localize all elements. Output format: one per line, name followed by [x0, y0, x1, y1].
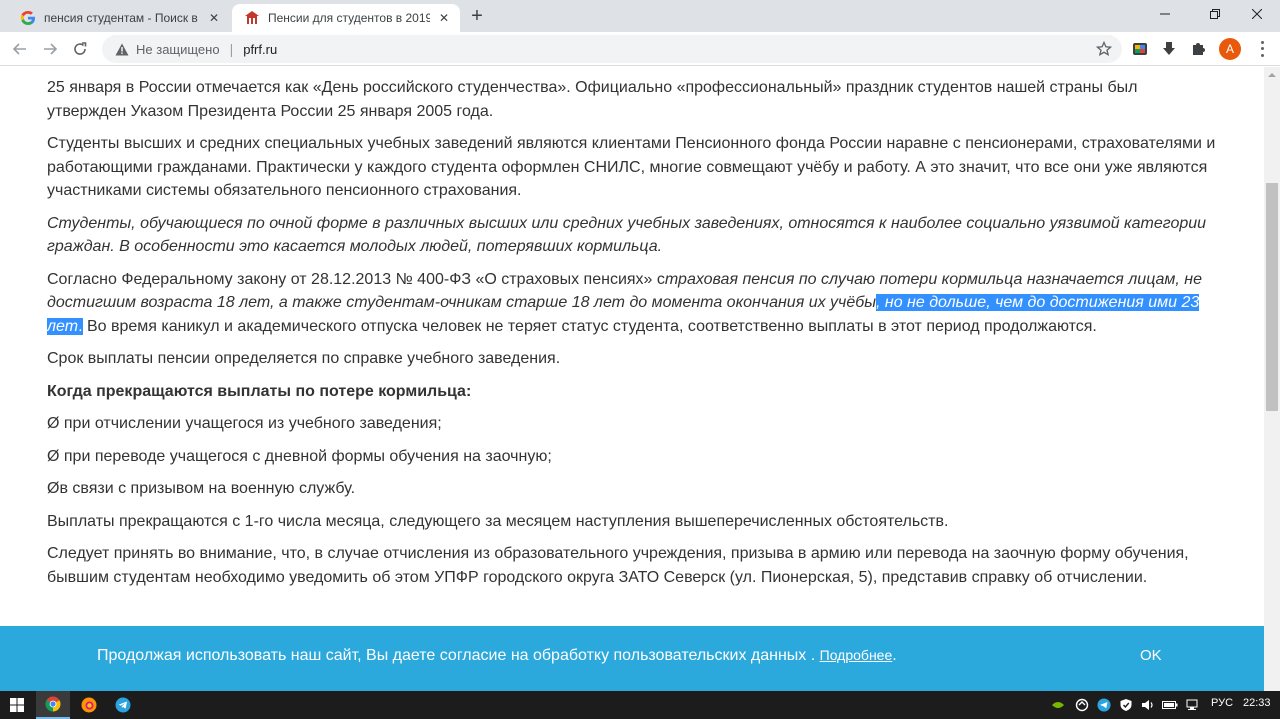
windows-start-icon[interactable] [0, 691, 34, 719]
list-item: Ø при отчислении учащегося из учебного з… [47, 415, 442, 432]
warning-icon[interactable] [114, 41, 130, 57]
cookie-message: Продолжая использовать наш сайт, Вы дает… [97, 647, 897, 665]
tab-title: пенсия студентам - Поиск в Goo [44, 11, 200, 25]
volume-icon[interactable] [1140, 697, 1156, 713]
address-bar[interactable]: Не защищено | pfrf.ru [102, 35, 1122, 63]
tab-strip: пенсия студентам - Поиск в Goo ✕ Пенсии … [0, 0, 1280, 32]
puzzle-extensions-icon[interactable] [1189, 40, 1207, 58]
tab-title: Пенсии для студентов в 2019 го [268, 11, 430, 25]
download-icon[interactable] [1160, 40, 1178, 58]
browser-toolbar: Не защищено | pfrf.ru A [0, 32, 1280, 66]
article-paragraph: Выплаты прекращаются с 1-го числа месяца… [47, 512, 949, 530]
omnibox-separator: | [229, 41, 234, 57]
minimize-window-icon[interactable] [1142, 0, 1188, 28]
new-tab-icon[interactable]: + [466, 5, 488, 27]
security-label[interactable]: Не защищено [136, 42, 220, 57]
page-viewport: 25 января в России отмечается как «День … [0, 67, 1264, 691]
reload-icon[interactable] [68, 37, 92, 61]
bookmark-star-icon[interactable] [1096, 41, 1112, 57]
list-item: Øв связи с призывом на военную службу. [47, 480, 356, 497]
security-tray-icon[interactable] [1118, 697, 1134, 713]
scrollbar-thumb[interactable] [1266, 183, 1278, 411]
pfrf-logo-icon [244, 10, 260, 26]
section-heading: Когда прекращаются выплаты по потере кор… [47, 382, 472, 400]
google-g-icon [20, 10, 36, 26]
close-window-icon[interactable] [1234, 0, 1280, 28]
article-paragraph: 25 января в России отмечается как «День … [47, 79, 1138, 120]
cookie-message-suffix: . [892, 647, 897, 664]
cookie-ok-button[interactable]: OK [1140, 647, 1162, 664]
close-tab-icon[interactable]: ✕ [436, 10, 452, 26]
taskbar-chrome-icon[interactable] [36, 691, 70, 719]
article-paragraph: Следует принять во внимание, что, в случ… [47, 545, 1189, 586]
cookie-consent-banner: Продолжая использовать наш сайт, Вы дает… [0, 626, 1264, 691]
close-tab-icon[interactable]: ✕ [206, 10, 222, 26]
url-text[interactable]: pfrf.ru [243, 42, 277, 57]
article-paragraph-pension-law: Согласно Федеральному закону от 28.12.20… [47, 268, 1217, 339]
tab-pfrf[interactable]: Пенсии для студентов в 2019 го ✕ [232, 4, 460, 32]
cookie-more-link[interactable]: Подробнее [820, 647, 893, 663]
article-paragraph-italic: Студенты, обучающиеся по очной форме в р… [47, 214, 1207, 256]
telegram-tray-icon[interactable] [1096, 697, 1112, 713]
extension-icon[interactable] [1131, 40, 1149, 58]
tab-google-search[interactable]: пенсия студентам - Поиск в Goo ✕ [8, 4, 230, 32]
forward-arrow-icon[interactable] [38, 37, 62, 61]
taskbar-telegram-icon[interactable] [106, 691, 140, 719]
law-text: Согласно Федеральному закону от 28.12.20… [47, 270, 665, 288]
scroll-up-arrow-icon[interactable] [1264, 67, 1280, 83]
article-paragraph: Студенты высших и средних специальных уч… [47, 135, 1216, 199]
tray-app-icon[interactable] [1074, 697, 1090, 713]
clock-time[interactable]: 22:33 [1243, 697, 1271, 709]
back-arrow-icon[interactable] [8, 37, 32, 61]
article-body: 25 января в России отмечается как «День … [47, 76, 1217, 598]
more-menu-icon[interactable] [1254, 39, 1270, 59]
windows-taskbar: РУС 22:33 [0, 691, 1280, 719]
page-scrollbar[interactable] [1264, 67, 1280, 691]
law-text-end: Во время каникул и академического отпуск… [82, 317, 1097, 335]
nvidia-tray-icon[interactable] [1050, 697, 1066, 713]
cookie-message-text: Продолжая использовать наш сайт, Вы дает… [97, 647, 816, 664]
article-paragraph: Срок выплаты пенсии определяется по спра… [47, 350, 561, 367]
battery-icon[interactable] [1162, 697, 1178, 713]
taskbar-firefox-icon[interactable] [72, 691, 106, 719]
restore-window-icon[interactable] [1192, 0, 1238, 28]
profile-avatar[interactable]: A [1219, 38, 1241, 60]
keyboard-language[interactable]: РУС [1211, 697, 1233, 709]
list-item: Ø при переводе учащегося с дневной формы… [47, 447, 552, 465]
network-icon[interactable] [1186, 697, 1202, 713]
